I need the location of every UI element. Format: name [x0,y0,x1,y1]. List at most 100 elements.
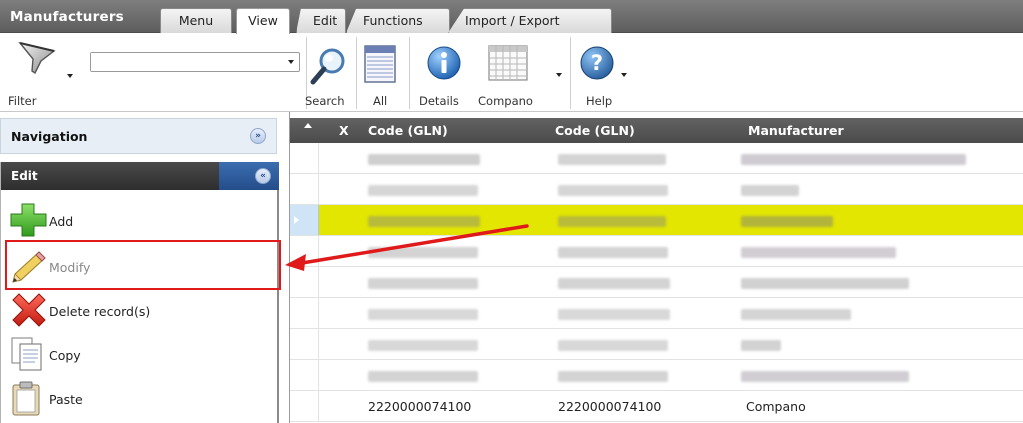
help-dropdown-caret[interactable] [621,73,627,77]
row-gutter[interactable] [290,174,319,204]
redacted-cell [558,216,666,227]
table-row[interactable] [290,298,1023,329]
tab-functions[interactable]: Functions [346,8,450,33]
redacted-cell [741,216,833,227]
column-header-x[interactable]: X [339,123,349,138]
copy-button[interactable]: Copy [9,334,274,374]
copy-label: Copy [49,348,81,363]
redacted-cell [368,185,478,196]
redacted-cell [558,185,668,196]
data-grid: X Code (GLN) Code (GLN) Manufacturer 222… [289,112,1023,423]
info-icon[interactable] [426,45,462,81]
toolbar-separator [409,37,410,109]
redacted-cell [741,309,851,320]
tab-edit[interactable]: Edit [296,8,346,33]
row-gutter[interactable] [290,298,319,328]
tab-menu[interactable]: Menu [160,8,232,33]
filter-dropdown-caret[interactable] [67,74,73,78]
redacted-cell [368,216,480,227]
row-gutter[interactable] [290,267,319,297]
redacted-cell [741,340,781,351]
add-button[interactable]: Add [9,200,274,240]
collapse-chevron-icon[interactable]: « [255,168,271,184]
column-header-manufacturer[interactable]: Manufacturer [748,123,844,138]
app-title: Manufacturers [10,9,124,25]
redacted-cell [368,278,478,289]
redacted-cell [558,247,668,258]
redacted-cell [558,340,668,351]
expand-chevron-icon[interactable]: » [250,128,266,144]
redacted-cell [741,185,799,196]
modify-highlight-annotation [5,240,281,290]
companion-button[interactable]: Compano [478,94,533,108]
ribbon-toolbar: Filter Search All Details Compano ? Help [0,33,1023,112]
paste-button[interactable]: Paste [9,378,274,418]
delete-x-icon [9,292,49,328]
table-row[interactable] [290,329,1023,360]
companion-dropdown-caret[interactable] [556,73,562,77]
details-button[interactable]: Details [419,94,459,108]
left-panel: Navigation » Edit « Add Modify Delete re… [0,112,283,423]
table-row[interactable] [290,236,1023,267]
redacted-cell [558,309,670,320]
tab-import-export[interactable]: Import / Export [448,8,612,33]
filter-label: Filter [8,94,37,108]
redacted-cell [368,247,478,258]
row-gutter[interactable] [290,236,319,266]
edit-panel: Edit « Add Modify Delete record(s) Copy … [0,162,279,423]
list-all-icon[interactable] [364,45,396,83]
code-gln-cell: 2220000074100 [558,399,662,414]
all-button[interactable]: All [373,94,387,108]
row-gutter[interactable] [290,143,319,173]
edit-panel-title: Edit [11,169,38,183]
filter-input[interactable] [91,53,281,71]
grid-table-icon[interactable] [488,45,528,81]
grid-header: X Code (GLN) Code (GLN) Manufacturer [290,118,1023,143]
row-gutter[interactable] [290,391,319,421]
ribbon-tab-bar: Manufacturers Menu View Edit Functions I… [0,0,1023,34]
code-gln-cell: 2220000074100 [368,399,472,414]
table-row[interactable]: 2220000074100 2220000074100 Compano [290,391,1023,422]
manufacturer-cell: Compano [746,399,806,414]
row-selector-icon[interactable] [290,205,319,235]
redacted-cell [741,371,909,382]
column-header-code-gln-1[interactable]: Code (GLN) [368,123,448,138]
combo-dropdown-caret[interactable] [288,60,294,64]
table-row-selected[interactable] [290,205,1023,236]
toolbar-separator [356,37,357,109]
row-gutter[interactable] [290,360,319,390]
redacted-cell [558,278,670,289]
redacted-cell [368,371,478,382]
edit-panel-header[interactable]: Edit « [1,162,279,190]
row-gutter[interactable] [290,329,319,359]
redacted-cell [741,247,896,258]
svg-text:?: ? [591,51,603,75]
redacted-cell [741,278,909,289]
redacted-cell [558,371,668,382]
filter-combobox[interactable] [90,52,300,72]
redacted-cell [558,154,666,165]
help-button[interactable]: Help [586,94,612,108]
delete-records-label: Delete record(s) [49,304,151,319]
table-row[interactable] [290,174,1023,205]
table-row[interactable] [290,267,1023,298]
paste-icon [9,380,49,416]
column-header-code-gln-2[interactable]: Code (GLN) [555,123,635,138]
sort-ascending-icon[interactable] [304,123,312,128]
tab-view[interactable]: View [236,8,290,34]
toolbar-separator [570,37,571,109]
table-row[interactable] [290,143,1023,174]
table-row[interactable] [290,360,1023,391]
copy-icon [9,336,49,372]
search-icon[interactable] [307,46,351,88]
redacted-cell [368,309,478,320]
navigation-panel-header[interactable]: Navigation » [0,118,277,154]
navigation-title: Navigation [11,129,88,144]
redacted-cell [368,154,480,165]
delete-records-button[interactable]: Delete record(s) [9,290,274,330]
add-label: Add [49,214,74,229]
plus-icon [9,202,49,238]
help-icon[interactable]: ? [580,45,614,81]
filter-icon[interactable] [14,37,70,77]
search-button[interactable]: Search [305,94,345,108]
